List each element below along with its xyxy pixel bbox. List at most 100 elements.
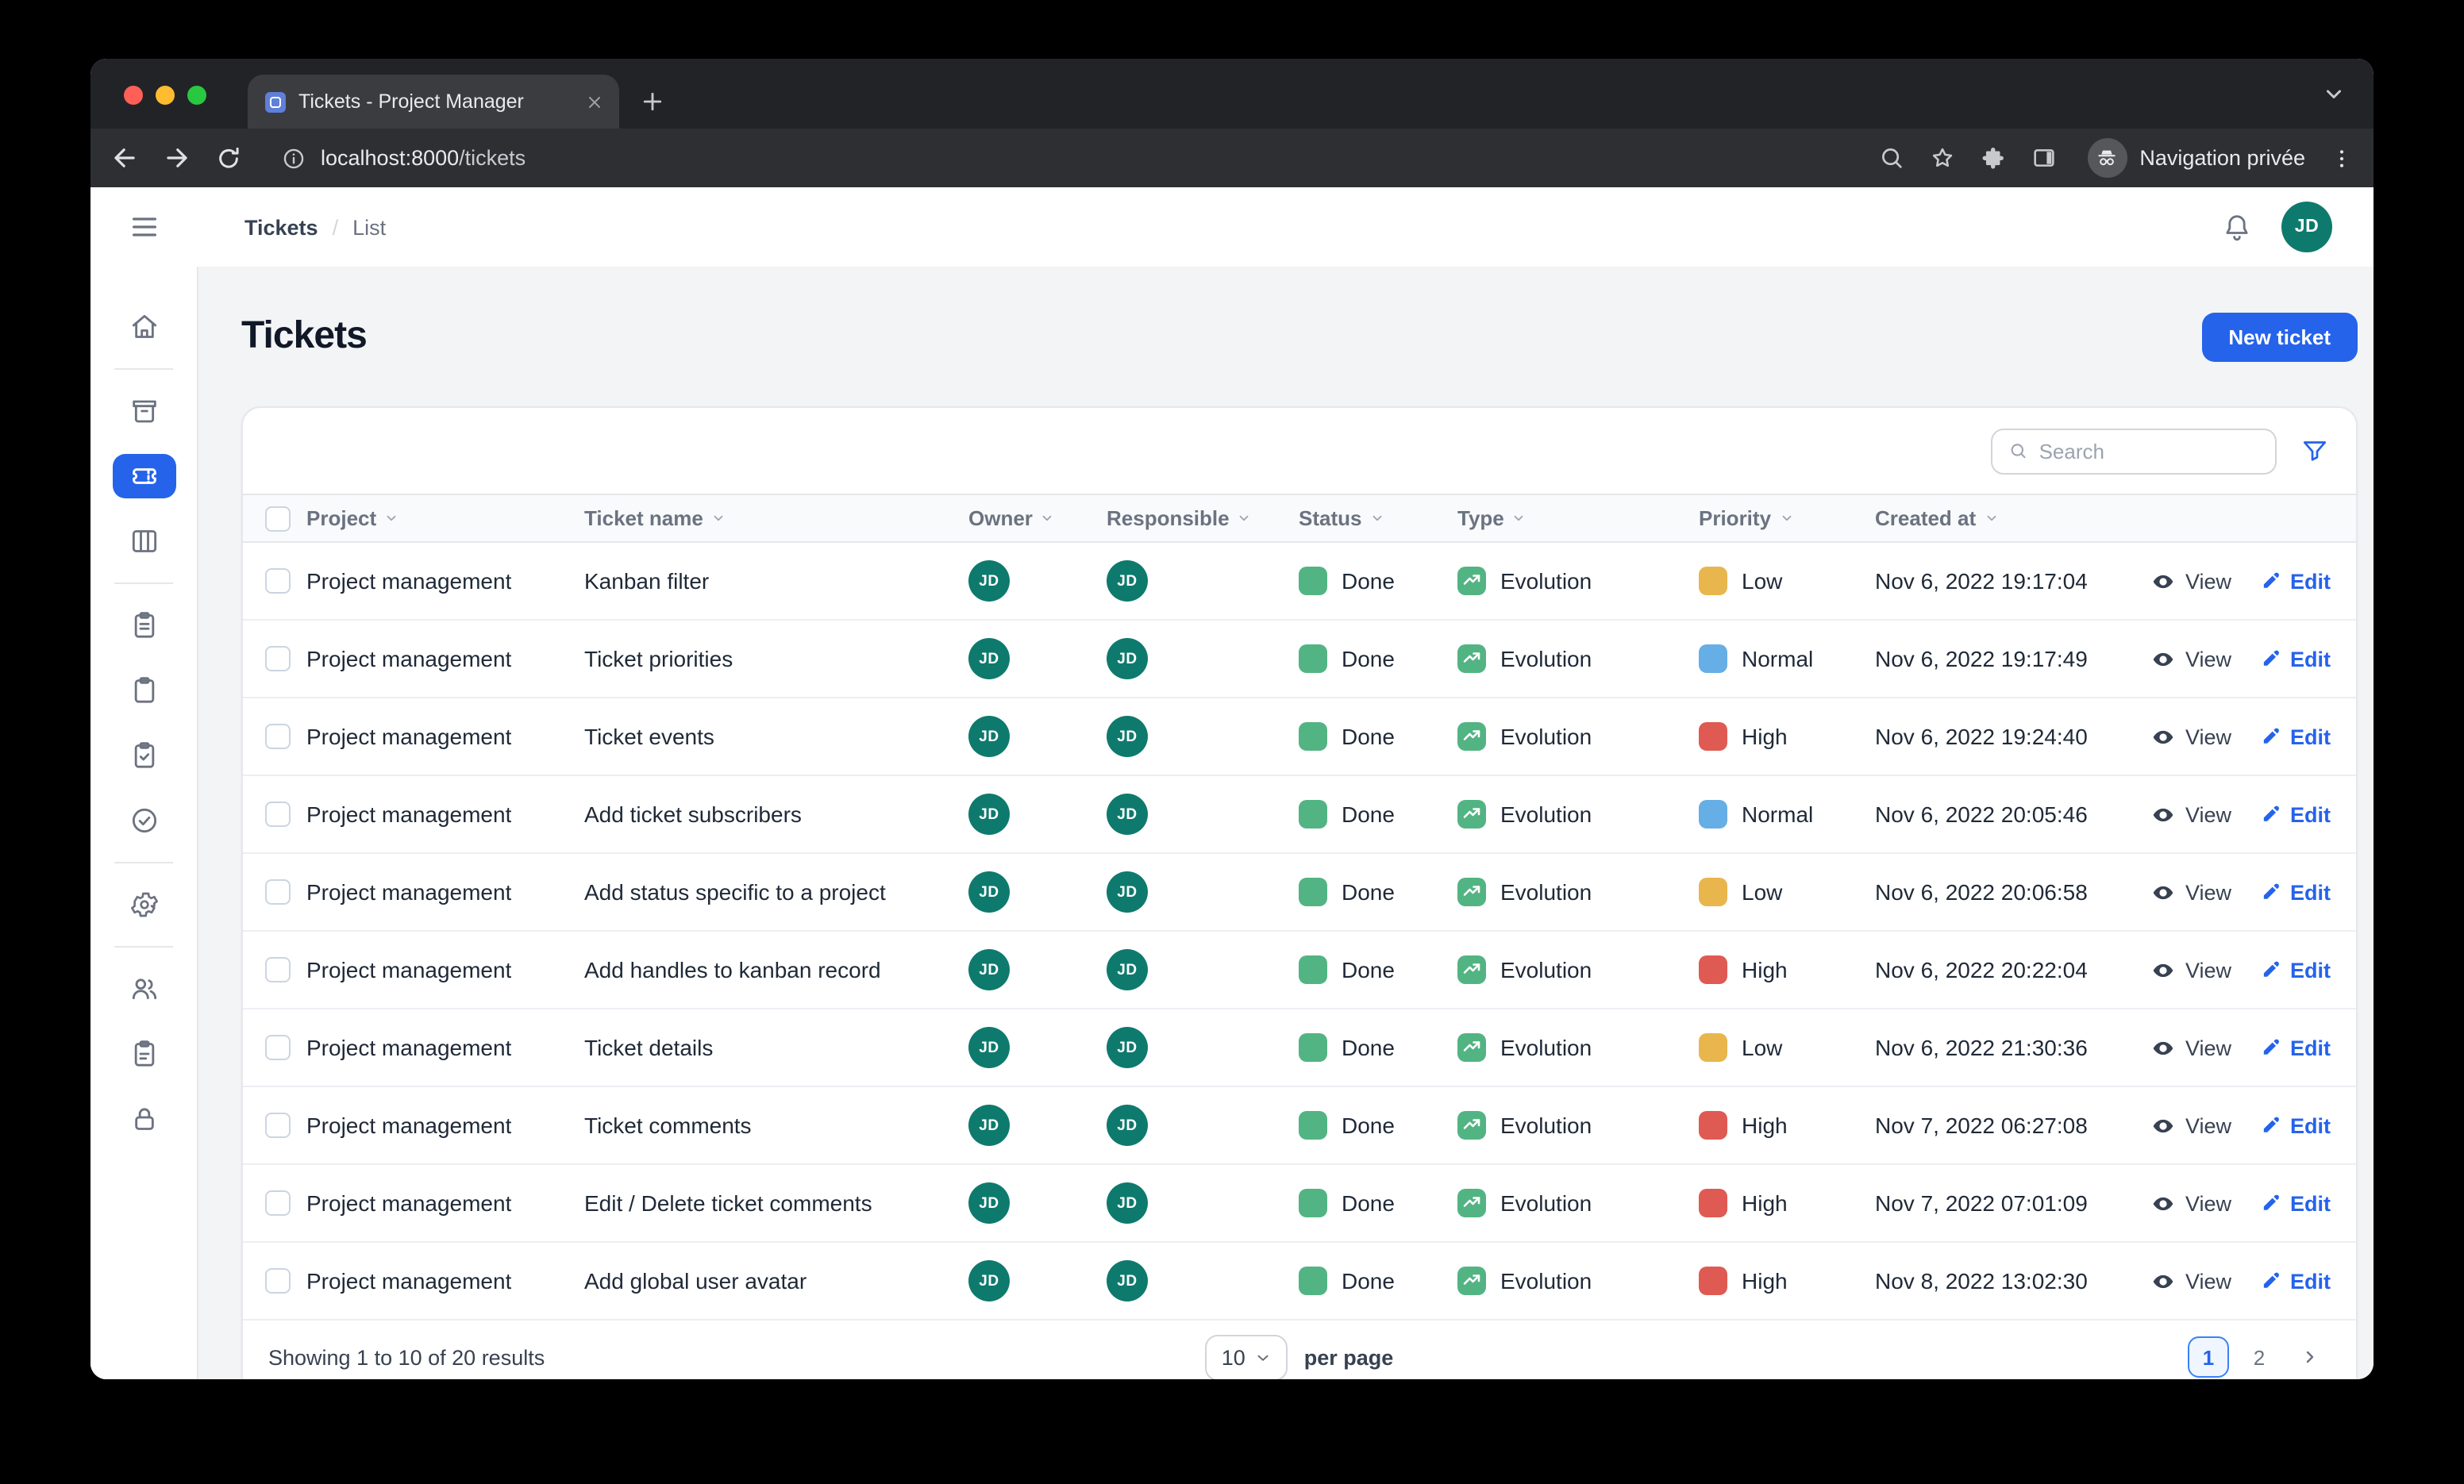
owner-avatar[interactable]: JD (968, 560, 1010, 602)
responsible-avatar[interactable]: JD (1107, 1027, 1148, 1068)
sidebar-item-tickets[interactable] (112, 454, 175, 498)
responsible-avatar[interactable]: JD (1107, 716, 1148, 757)
sidebar-item-ticket-statuses[interactable] (112, 603, 175, 648)
address-bar[interactable]: localhost:8000/tickets (281, 145, 1861, 171)
owner-avatar[interactable]: JD (968, 1182, 1010, 1224)
sidebar-item-dashboard[interactable] (112, 305, 175, 349)
view-action[interactable]: View (2152, 1269, 2231, 1293)
table-row[interactable]: Project management Add status specific t… (243, 854, 2356, 932)
owner-avatar[interactable]: JD (968, 716, 1010, 757)
column-header-created-at[interactable]: Created at (1875, 506, 2172, 530)
forward-button[interactable] (162, 143, 192, 173)
column-header-project[interactable]: Project (306, 506, 584, 530)
search-input[interactable] (2039, 439, 2259, 463)
sidebar-item-roles[interactable] (112, 1032, 175, 1076)
owner-avatar[interactable]: JD (968, 1105, 1010, 1146)
close-window-button[interactable] (124, 86, 143, 105)
table-row[interactable]: Project management Kanban filter JD JD D… (243, 543, 2356, 621)
minimize-window-button[interactable] (156, 86, 175, 105)
back-button[interactable] (110, 143, 140, 173)
table-row[interactable]: Project management Ticket details JD JD … (243, 1009, 2356, 1087)
sidebar-item-ticket-priorities[interactable] (112, 733, 175, 778)
per-page-select[interactable]: 10 (1206, 1334, 1288, 1379)
table-row[interactable]: Project management Edit / Delete ticket … (243, 1165, 2356, 1243)
view-action[interactable]: View (2152, 725, 2231, 748)
tab-close-icon[interactable] (584, 91, 605, 112)
edit-action[interactable]: Edit (2258, 1113, 2331, 1137)
browser-tab[interactable]: Tickets - Project Manager (248, 75, 619, 129)
owner-avatar[interactable]: JD (968, 949, 1010, 990)
row-checkbox[interactable] (265, 1035, 291, 1060)
responsible-avatar[interactable]: JD (1107, 1182, 1148, 1224)
row-checkbox[interactable] (265, 1113, 291, 1138)
column-header-status[interactable]: Status (1299, 506, 1457, 530)
owner-avatar[interactable]: JD (968, 1260, 1010, 1301)
breadcrumb-tickets[interactable]: Tickets (244, 215, 318, 239)
view-action[interactable]: View (2152, 569, 2231, 593)
zoom-search-icon[interactable] (1877, 144, 1904, 171)
reload-button[interactable] (214, 144, 243, 172)
edit-action[interactable]: Edit (2258, 1191, 2331, 1215)
owner-avatar[interactable]: JD (968, 794, 1010, 835)
profile-chip[interactable]: Navigation privée (2087, 138, 2305, 178)
sidebar-toggle-button[interactable] (129, 211, 160, 243)
sidebar-item-settings[interactable] (112, 882, 175, 927)
zoom-window-button[interactable] (187, 86, 206, 105)
column-header-priority[interactable]: Priority (1699, 506, 1875, 530)
column-header-responsible[interactable]: Responsible (1107, 506, 1299, 530)
owner-avatar[interactable]: JD (968, 638, 1010, 679)
view-action[interactable]: View (2152, 647, 2231, 671)
column-header-owner[interactable]: Owner (968, 506, 1107, 530)
responsible-avatar[interactable]: JD (1107, 949, 1148, 990)
side-panel-icon[interactable] (2030, 144, 2057, 171)
responsible-avatar[interactable]: JD (1107, 1260, 1148, 1301)
bookmark-star-icon[interactable] (1928, 144, 1955, 171)
view-action[interactable]: View (2152, 1191, 2231, 1215)
extensions-puzzle-icon[interactable] (1979, 144, 2006, 171)
new-ticket-button[interactable]: New ticket (2201, 312, 2358, 361)
table-row[interactable]: Project management Add global user avata… (243, 1243, 2356, 1321)
sidebar-item-permissions[interactable] (112, 1097, 175, 1141)
sidebar-item-ticket-types[interactable] (112, 668, 175, 713)
row-checkbox[interactable] (265, 724, 291, 749)
edit-action[interactable]: Edit (2258, 647, 2331, 671)
view-action[interactable]: View (2152, 880, 2231, 904)
page-button-1[interactable]: 1 (2188, 1336, 2229, 1378)
column-header-ticket-name[interactable]: Ticket name (584, 506, 968, 530)
edit-action[interactable]: Edit (2258, 880, 2331, 904)
edit-action[interactable]: Edit (2258, 802, 2331, 826)
view-action[interactable]: View (2152, 1036, 2231, 1059)
view-action[interactable]: View (2152, 802, 2231, 826)
view-action[interactable]: View (2152, 1113, 2231, 1137)
edit-action[interactable]: Edit (2258, 569, 2331, 593)
page-button-2[interactable]: 2 (2239, 1336, 2280, 1378)
row-checkbox[interactable] (265, 879, 291, 905)
row-checkbox[interactable] (265, 802, 291, 827)
row-checkbox[interactable] (265, 1190, 291, 1216)
row-checkbox[interactable] (265, 568, 291, 594)
sidebar-item-users[interactable] (112, 967, 175, 1011)
edit-action[interactable]: Edit (2258, 1269, 2331, 1293)
table-row[interactable]: Project management Add ticket subscriber… (243, 776, 2356, 854)
responsible-avatar[interactable]: JD (1107, 794, 1148, 835)
table-row[interactable]: Project management Add handles to kanban… (243, 932, 2356, 1009)
user-avatar[interactable]: JD (2281, 202, 2332, 252)
owner-avatar[interactable]: JD (968, 1027, 1010, 1068)
edit-action[interactable]: Edit (2258, 1036, 2331, 1059)
responsible-avatar[interactable]: JD (1107, 871, 1148, 913)
column-header-type[interactable]: Type (1457, 506, 1699, 530)
sidebar-item-activities[interactable] (112, 798, 175, 843)
edit-action[interactable]: Edit (2258, 725, 2331, 748)
row-checkbox[interactable] (265, 1268, 291, 1294)
responsible-avatar[interactable]: JD (1107, 560, 1148, 602)
site-info-icon[interactable] (281, 145, 306, 171)
browser-menu-icon[interactable] (2329, 145, 2354, 171)
new-tab-button[interactable] (638, 87, 667, 116)
filter-button[interactable] (2300, 436, 2329, 465)
edit-action[interactable]: Edit (2258, 958, 2331, 982)
table-row[interactable]: Project management Ticket comments JD JD… (243, 1087, 2356, 1165)
sidebar-item-projects[interactable] (112, 389, 175, 433)
sidebar-item-kanban[interactable] (112, 519, 175, 563)
notifications-button[interactable] (2221, 211, 2253, 243)
responsible-avatar[interactable]: JD (1107, 638, 1148, 679)
